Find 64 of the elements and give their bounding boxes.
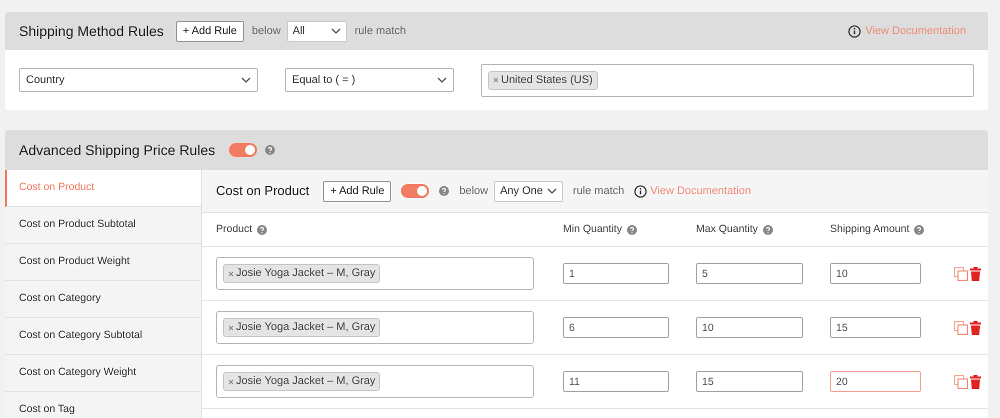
duplicate-icon[interactable] [954,374,968,388]
help-icon [265,145,276,155]
sidebar-tab[interactable]: Cost on Tag [5,392,201,418]
delete-icon[interactable] [970,374,981,388]
remove-icon[interactable] [493,77,499,83]
chevron-down-icon [437,77,447,83]
selected-tag[interactable]: Josie Yoga Jacket – M, Gray [223,372,380,391]
shipping-amount-input[interactable]: 20 [830,371,921,392]
delete-icon[interactable] [970,320,981,334]
column-header: Max Quantity [696,222,758,237]
product-multiselect[interactable]: Josie Yoga Jacket – M, Gray [216,311,534,344]
add-rule-button[interactable]: + Add Rule [176,20,244,42]
selected-tag[interactable]: Josie Yoga Jacket – M, Gray [223,264,380,283]
sidebar-tab[interactable]: Cost on Product Weight [5,244,201,281]
chevron-down-icon [330,28,341,34]
duplicate-icon[interactable] [954,266,968,280]
column-header: Shipping Amount [830,222,910,237]
shipping-amount-input[interactable]: 10 [830,263,921,284]
duplicate-icon[interactable] [954,320,968,334]
product-multiselect[interactable]: Josie Yoga Jacket – M, Gray [216,257,534,290]
toggle-switch[interactable] [401,184,430,198]
country-multiselect[interactable]: United States (US) [481,64,974,96]
help-icon [914,224,924,234]
column-header: Min Quantity [563,222,622,237]
remove-icon[interactable] [228,270,234,276]
rule-match-label: rule match [572,184,624,199]
min-quantity-input[interactable]: 1 [563,263,669,284]
sidebar-tab[interactable]: Cost on Category Weight [5,355,201,392]
remove-icon[interactable] [228,378,234,384]
sidebar-tab[interactable]: Cost on Category Subtotal [5,318,201,355]
min-quantity-input[interactable]: 11 [563,371,669,392]
below-label: below [459,184,488,199]
max-quantity-input[interactable]: 15 [696,371,803,392]
help-icon [762,224,773,234]
sidebar-tab[interactable]: Cost on Product Subtotal [5,207,201,244]
help-icon [439,186,450,196]
column-header: Product [216,222,252,237]
info-icon [634,184,648,198]
operator-select[interactable]: Equal to ( = ) [285,68,454,92]
min-quantity-input[interactable]: 6 [563,317,669,338]
rule-match-label: rule match [354,24,406,39]
max-quantity-input[interactable]: 5 [696,263,803,284]
field-select[interactable]: Country [19,68,258,92]
panel-title: Cost on Product [216,182,310,200]
max-quantity-input[interactable]: 10 [696,317,803,338]
chevron-down-icon [546,188,557,194]
info-icon [848,24,862,38]
selected-tag[interactable]: United States (US) [488,70,598,90]
section-title: Advanced Shipping Price Rules [19,140,216,160]
sidebar-tab[interactable]: Cost on Category [5,281,201,318]
remove-icon[interactable] [228,324,234,330]
match-select[interactable]: Any One [494,180,563,202]
match-select[interactable]: All [286,20,347,42]
product-multiselect[interactable]: Josie Yoga Jacket – M, Gray [216,365,534,398]
help-icon [257,224,268,234]
help-icon [626,224,637,234]
below-label: below [252,24,281,39]
delete-icon[interactable] [970,266,981,280]
section-title: Shipping Method Rules [19,22,164,41]
chevron-down-icon [241,77,251,83]
add-rule-button[interactable]: + Add Rule [323,180,392,202]
shipping-amount-input[interactable]: 15 [830,317,921,338]
selected-tag[interactable]: Josie Yoga Jacket – M, Gray [223,318,380,337]
toggle-switch[interactable] [229,143,258,157]
